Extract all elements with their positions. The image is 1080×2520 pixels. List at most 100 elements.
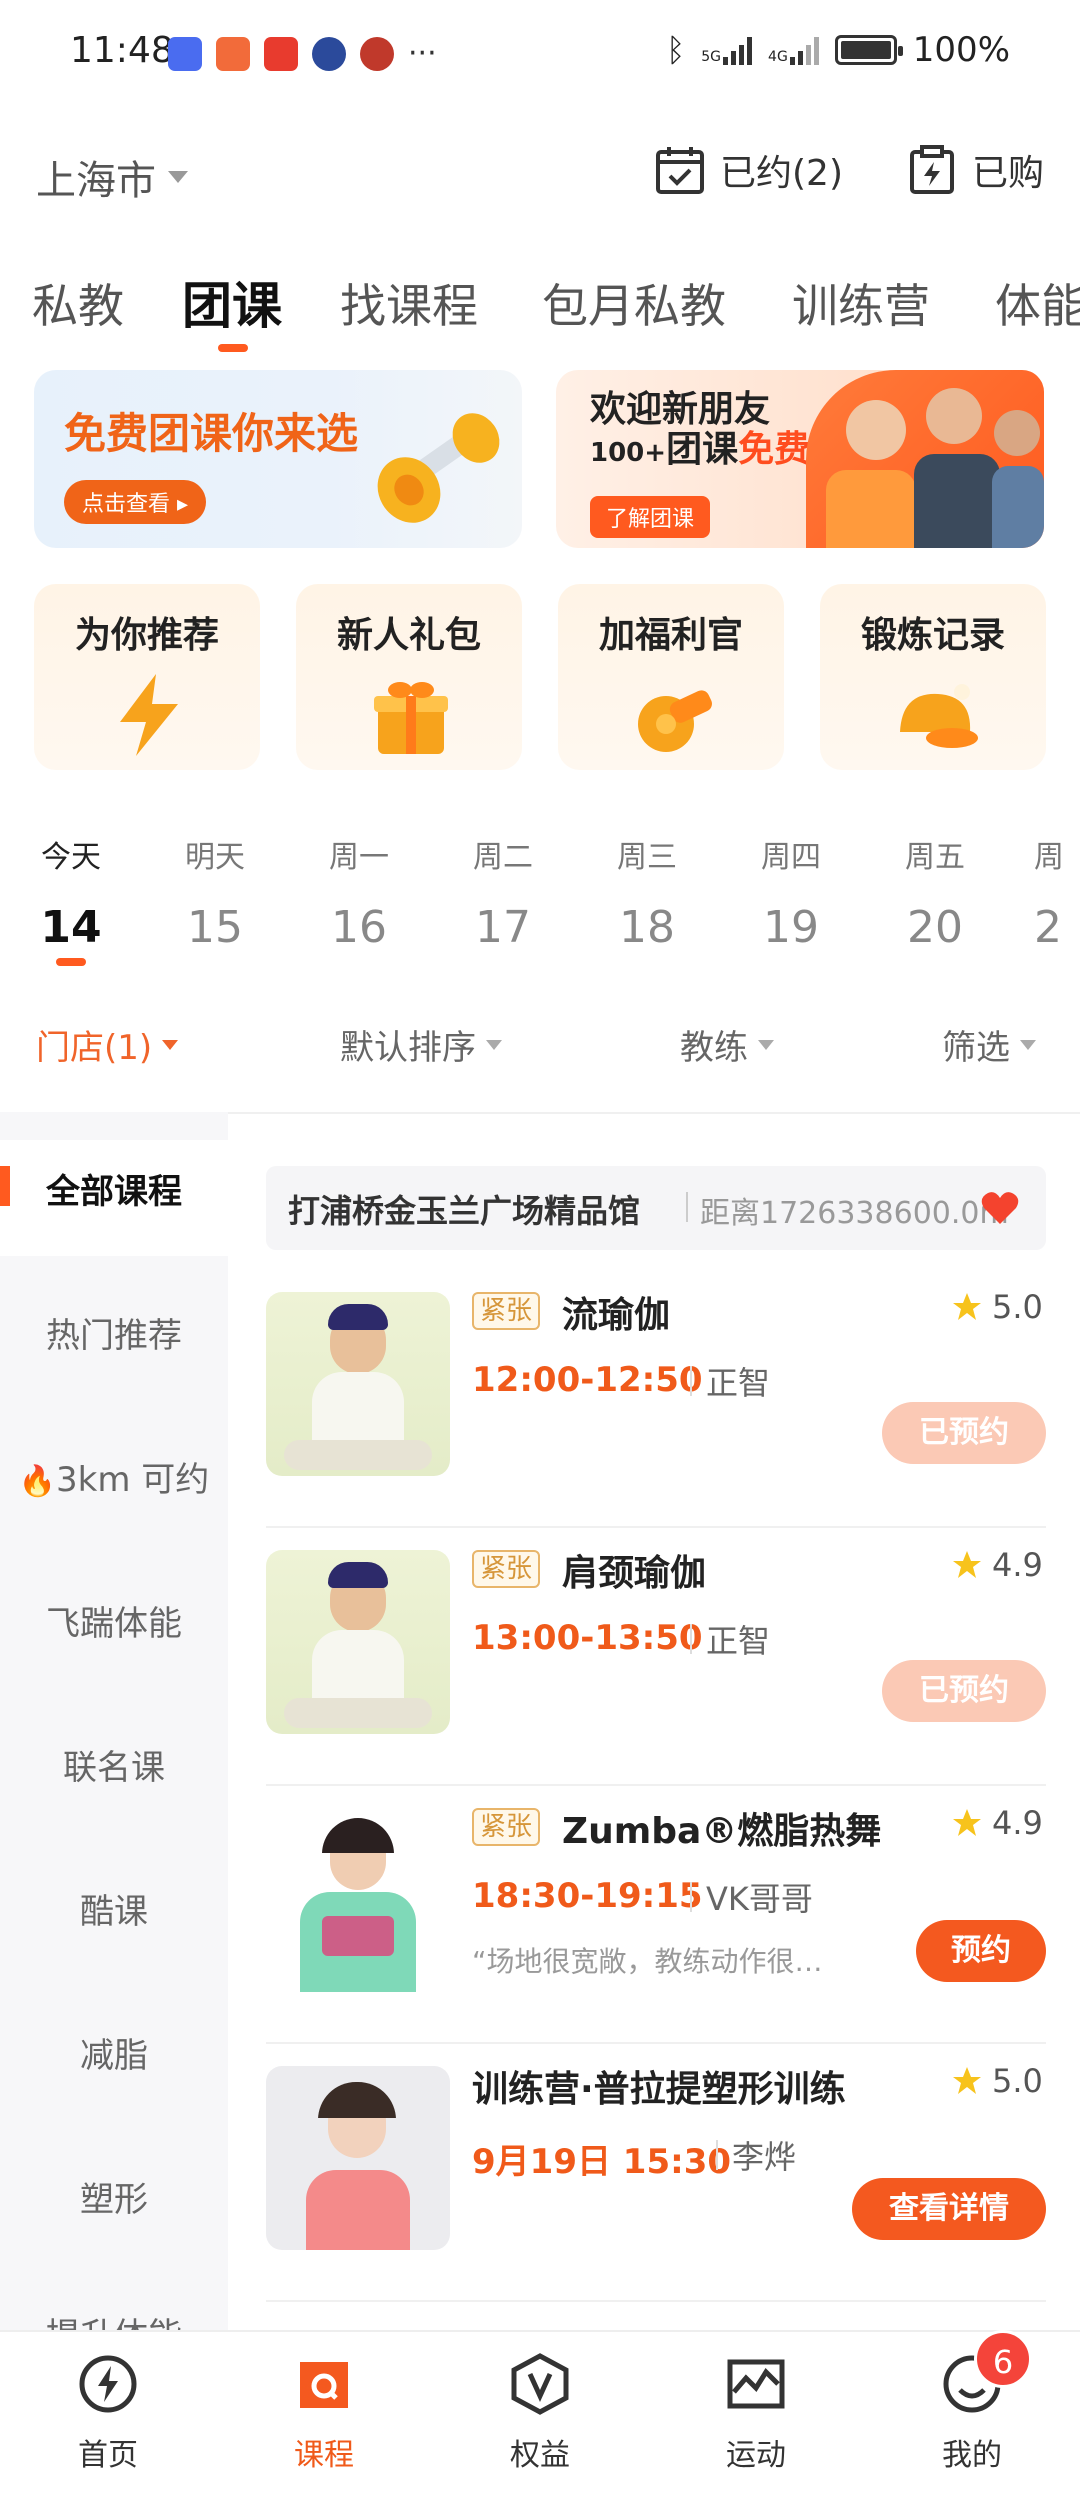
booked-label: 已约(2) [720, 153, 843, 194]
date-item[interactable]: 今天 14 [26, 832, 116, 953]
sort-filter[interactable]: 默认排序 [340, 1020, 502, 1069]
course-card[interactable]: 训练营·普拉提塑形训练 5.0 9月19日 15:30 李烨 查看详情 [266, 2046, 1046, 2302]
date-item[interactable]: 周二 17 [458, 832, 548, 953]
nav-home[interactable]: 首页 [38, 2352, 178, 2474]
ticket-lightning-icon [910, 145, 954, 194]
status-badge: 紧张 [472, 1292, 541, 1330]
sidebar-item-hot[interactable]: 热门推荐 [0, 1308, 228, 1357]
course-review: “场地很宽敞，教练动作很… [472, 1945, 823, 1978]
sidebar-item-stamina[interactable]: 提升体能 [0, 2308, 228, 2330]
course-icon [296, 2356, 352, 2408]
welcome-banner[interactable]: 欢迎新朋友 100+团课免费上 了解团课 [556, 370, 1044, 548]
coach-name: VK哥哥 [706, 1880, 813, 1918]
screen-filter[interactable]: 筛选 [942, 1020, 1036, 1069]
calendar-check-icon [656, 147, 704, 194]
tab-find-course[interactable]: 找课程 [340, 270, 478, 336]
course-title: 肩颈瑜伽 [562, 1553, 707, 1594]
quick-add-welfare[interactable]: 加福利官 [558, 584, 784, 770]
signal-4g-icon: 4G [768, 35, 819, 65]
purchased-button[interactable]: 已购 [906, 144, 1044, 196]
tab-bootcamp[interactable]: 训练营 [792, 270, 930, 336]
tab-group-class[interactable]: 团课 [182, 266, 282, 338]
tab-monthly-private[interactable]: 包月私教 [542, 270, 726, 336]
people-illustration [806, 370, 1044, 548]
gift-icon [374, 682, 448, 754]
battery-icon [834, 35, 903, 65]
booked-button[interactable]: 已预约 [882, 1660, 1046, 1722]
app-notification-icon [360, 36, 394, 71]
nav-sport[interactable]: 运动 [686, 2352, 826, 2474]
store-bar[interactable]: 打浦桥金玉兰广场精品馆 距离1726338600.0m [266, 1166, 1046, 1250]
banner-view-button[interactable]: 点击查看 ▸ [64, 480, 207, 524]
quick-recommend[interactable]: 为你推荐 [34, 584, 260, 770]
banner-title: 免费团课你来选 [64, 409, 359, 458]
date-item[interactable]: 周一 16 [314, 832, 404, 953]
store-distance: 距离1726338600.0m [700, 1196, 1009, 1231]
tab-private-coach[interactable]: 私教 [32, 270, 124, 336]
learn-group-class-button[interactable]: 了解团课 [590, 496, 711, 538]
notification-badge: 6 [974, 2330, 1032, 2388]
quick-newbie-gift[interactable]: 新人礼包 [296, 584, 522, 770]
category-sidebar [0, 1112, 228, 2330]
sidebar-item-cool[interactable]: 酷课 [0, 1884, 228, 1933]
star-icon [953, 1293, 981, 1320]
book-button[interactable]: 预约 [916, 1920, 1046, 1982]
chevron-down-icon [758, 1039, 774, 1050]
battery-percent: 100% [912, 30, 1010, 70]
course-rating: 4.9 [992, 1546, 1043, 1584]
sidebar-item-kick[interactable]: 飞踹体能 [0, 1596, 228, 1645]
active-date-indicator [56, 958, 86, 966]
date-item[interactable]: 周 2 [1034, 832, 1080, 953]
course-card[interactable]: 紧张 流瑜伽 5.0 12:00-12:50 正智 已预约 [266, 1272, 1046, 1528]
city-selector[interactable]: 上海市 [36, 148, 188, 206]
heart-icon[interactable] [980, 1188, 1020, 1228]
active-tab-indicator [218, 344, 248, 352]
booked-button[interactable]: 已约(2) [654, 144, 843, 196]
quick-workout-record[interactable]: 锻炼记录 [820, 584, 1046, 770]
date-item[interactable]: 明天 15 [170, 832, 260, 953]
sport-chart-icon [727, 2359, 785, 2409]
header: 上海市 已约(2) 已购 [0, 130, 1080, 220]
notification-icons: ··· [168, 36, 437, 71]
date-item[interactable]: 周五 20 [890, 832, 980, 953]
course-title: Zumba®燃脂热舞 [562, 1811, 882, 1852]
coach-filter[interactable]: 教练 [680, 1020, 774, 1069]
sidebar-item-shape[interactable]: 塑形 [0, 2172, 228, 2221]
store-name: 打浦桥金玉兰广场精品馆 [288, 1192, 641, 1230]
app-notification-icon [264, 36, 298, 71]
category-tabs: 私教 团课 找课程 包月私教 训练营 体能 [0, 260, 1080, 350]
course-title: 训练营·普拉提塑形训练 [472, 2069, 846, 2110]
coach-photo [266, 1292, 450, 1476]
course-rating: 4.9 [992, 1804, 1043, 1842]
sidebar-item-cobrand[interactable]: 联名课 [0, 1740, 228, 1789]
view-details-button[interactable]: 查看详情 [852, 2178, 1046, 2240]
nav-course[interactable]: 课程 [254, 2352, 394, 2474]
chevron-down-icon [168, 171, 188, 183]
course-card[interactable]: 紧张 肩颈瑜伽 4.9 13:00-13:50 正智 已预约 [266, 1530, 1046, 1786]
coach-photo [266, 2066, 450, 2250]
course-time: 18:30-19:15 [472, 1876, 703, 1916]
nav-benefits[interactable]: 权益 [470, 2352, 610, 2474]
sidebar-item-3km[interactable]: 🔥3km 可约 [0, 1452, 228, 1501]
more-notifications: ··· [408, 36, 437, 71]
status-bar: 11:48 ··· ᛒ 5G 4G 100% [0, 0, 1080, 110]
date-item[interactable]: 周四 19 [746, 832, 836, 953]
course-time: 12:00-12:50 [472, 1360, 703, 1400]
purchased-label: 已购 [972, 153, 1045, 194]
bottom-nav: 首页 课程 权益 运动 我的 [0, 2330, 1080, 2520]
booked-button[interactable]: 已预约 [882, 1402, 1046, 1464]
star-icon [953, 2067, 981, 2094]
sidebar-item-fat-loss[interactable]: 减脂 [0, 2028, 228, 2077]
app-notification-icon [168, 36, 202, 71]
free-class-banner[interactable]: 免费团课你来选 点击查看 ▸ [34, 370, 522, 548]
app-notification-icon [216, 36, 250, 71]
store-filter[interactable]: 门店(1) [36, 1020, 179, 1069]
coach-name: 正智 [706, 1622, 771, 1660]
sidebar-item-all[interactable]: 全部课程 [0, 1164, 228, 1213]
date-item[interactable]: 周三 18 [602, 832, 692, 953]
v-shield-icon [511, 2353, 569, 2415]
fire-icon: 🔥 [18, 1464, 57, 1499]
coach-name: 正智 [706, 1364, 771, 1402]
course-card[interactable]: 紧张 Zumba®燃脂热舞 4.9 18:30-19:15 VK哥哥 “场地很宽… [266, 1788, 1046, 2044]
tab-fitness[interactable]: 体能 [995, 270, 1080, 336]
